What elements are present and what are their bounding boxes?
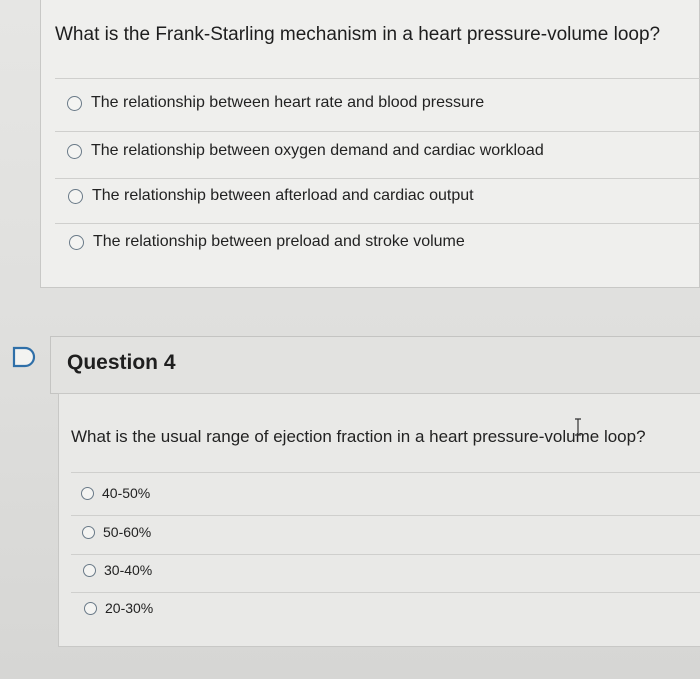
quiz-page: What is the Frank-Starling mechanism in …	[0, 0, 700, 679]
q4-option-1-label: 40-50%	[102, 485, 151, 501]
q3-option-2[interactable]: The relationship between oxygen demand a…	[67, 142, 544, 160]
radio-button-icon[interactable]	[67, 143, 82, 159]
divider	[71, 592, 700, 593]
q3-option-4-label: The relationship between preload and str…	[93, 233, 465, 250]
q3-option-3[interactable]: The relationship between afterload and c…	[68, 187, 474, 205]
q4-option-3[interactable]: 30-40%	[83, 562, 152, 578]
q4-option-4[interactable]: 20-30%	[84, 600, 153, 616]
divider	[71, 554, 700, 555]
q3-option-3-label: The relationship between afterload and c…	[92, 187, 474, 204]
radio-button-icon[interactable]	[83, 563, 96, 577]
divider	[71, 515, 700, 516]
q4-option-4-label: 20-30%	[105, 600, 154, 616]
radio-button-icon[interactable]	[69, 234, 84, 250]
divider	[55, 223, 700, 224]
divider	[55, 78, 700, 79]
radio-button-icon[interactable]	[81, 486, 94, 500]
q3-option-1-label: The relationship between heart rate and …	[91, 94, 485, 111]
radio-button-icon[interactable]	[84, 601, 97, 615]
question-4-title: Question 4	[67, 351, 176, 374]
q4-option-3-label: 30-40%	[104, 562, 153, 578]
divider	[55, 131, 700, 132]
radio-button-icon[interactable]	[67, 95, 82, 111]
q3-option-4[interactable]: The relationship between preload and str…	[69, 233, 465, 251]
question-4-card: What is the usual range of ejection frac…	[58, 393, 700, 647]
divider	[55, 178, 700, 179]
q3-option-1[interactable]: The relationship between heart rate and …	[67, 94, 484, 112]
radio-button-icon[interactable]	[68, 188, 83, 204]
question-3-prompt: What is the Frank-Starling mechanism in …	[55, 24, 661, 45]
q4-option-1[interactable]: 40-50%	[81, 485, 150, 501]
text-cursor-icon	[575, 418, 581, 436]
q4-option-2[interactable]: 50-60%	[82, 524, 151, 540]
flag-icon[interactable]	[11, 345, 37, 369]
question-4-header: Question 4	[50, 336, 700, 394]
q4-option-2-label: 50-60%	[103, 524, 152, 540]
question-3-card: What is the Frank-Starling mechanism in …	[40, 0, 700, 288]
question-4-prompt: What is the usual range of ejection frac…	[71, 427, 646, 446]
radio-button-icon[interactable]	[82, 525, 95, 539]
divider	[71, 472, 700, 473]
q3-option-2-label: The relationship between oxygen demand a…	[91, 142, 544, 159]
